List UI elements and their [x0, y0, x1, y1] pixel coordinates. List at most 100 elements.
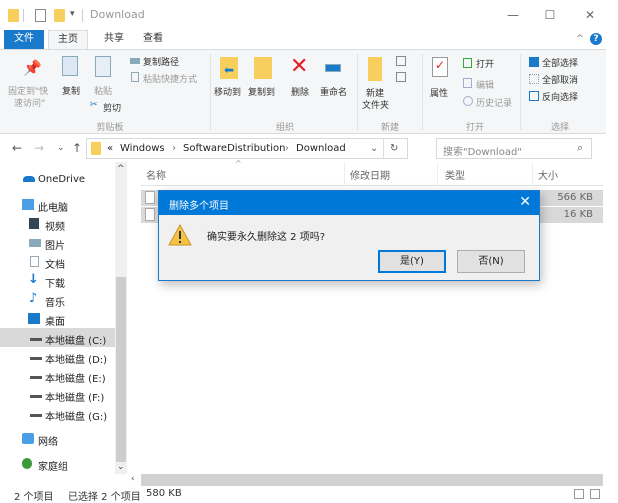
- recent-locations-icon[interactable]: ⌄: [57, 143, 65, 153]
- selected-size: 580 KB: [146, 488, 182, 499]
- customize-quick-access-icon[interactable]: ▾: [70, 9, 75, 19]
- no-button[interactable]: 否(N): [457, 250, 525, 273]
- column-divider[interactable]: [344, 162, 345, 186]
- ribbon: 📌 固定到"快 速访问" 复制 粘贴 ✂ 剪切 复制路径 粘贴快捷方式 剪贴板 …: [0, 49, 606, 134]
- move-to-button[interactable]: 移动到: [214, 85, 241, 98]
- new-group-label: 新建: [380, 123, 399, 133]
- navigation-pane-scrollbar[interactable]: ^ ⌄: [115, 162, 127, 474]
- select-none-icon: [529, 74, 539, 84]
- breadcrumb-softwaredistribution[interactable]: SoftwareDistribution: [183, 143, 285, 154]
- maximize-button[interactable]: ☐: [540, 6, 560, 24]
- paste-button[interactable]: 粘贴: [94, 84, 112, 97]
- scroll-up-icon[interactable]: ^: [117, 164, 125, 174]
- back-button[interactable]: ←: [12, 141, 22, 155]
- horizontal-scrollbar-thumb[interactable]: [141, 474, 603, 486]
- desktop-icon: [28, 313, 40, 324]
- sidebar-item-drive-d[interactable]: 本地磁盘 (D:): [0, 347, 115, 366]
- sidebar-label: 音乐: [45, 298, 65, 309]
- divider: [82, 9, 83, 22]
- window-title: Download: [90, 8, 145, 21]
- sidebar-item-drive-c[interactable]: 本地磁盘 (C:): [0, 328, 115, 347]
- select-all-button[interactable]: 全部选择: [542, 56, 578, 69]
- breadcrumb-separator[interactable]: ›: [285, 143, 289, 154]
- tab-share[interactable]: 共享: [96, 30, 132, 49]
- forward-button[interactable]: →: [34, 141, 44, 155]
- column-header-size[interactable]: 大小: [538, 167, 558, 182]
- breadcrumb-download[interactable]: Download: [296, 143, 346, 154]
- sidebar-item-drive-f[interactable]: 本地磁盘 (F:): [0, 385, 115, 404]
- collapse-ribbon-icon[interactable]: ^: [576, 34, 584, 44]
- column-divider[interactable]: [437, 162, 438, 186]
- sidebar-item-homegroup[interactable]: 家庭组: [0, 454, 115, 473]
- dialog-message: 确实要永久删除这 2 项吗?: [207, 232, 326, 243]
- sidebar-label: 桌面: [45, 317, 65, 328]
- paste-shortcut-button[interactable]: 粘贴快捷方式: [143, 72, 197, 85]
- sidebar-item-onedrive[interactable]: OneDrive: [0, 170, 115, 189]
- sidebar-item-desktop[interactable]: 桌面: [0, 309, 115, 328]
- invert-selection-button[interactable]: 反向选择: [542, 90, 578, 103]
- sidebar-item-this-pc[interactable]: 此电脑: [0, 195, 115, 214]
- up-button[interactable]: ↑: [72, 141, 82, 155]
- breadcrumb-windows[interactable]: Windows: [120, 143, 165, 154]
- scroll-down-icon[interactable]: ⌄: [117, 462, 125, 472]
- details-view-icon[interactable]: [574, 489, 584, 499]
- sidebar-item-network[interactable]: 网络: [0, 429, 115, 448]
- properties-quick-icon[interactable]: [35, 9, 46, 22]
- delete-icon: ✕: [290, 54, 309, 79]
- video-icon: [29, 218, 39, 229]
- address-dropdown-icon[interactable]: ⌄: [370, 143, 378, 154]
- sidebar-item-pictures[interactable]: 图片: [0, 233, 115, 252]
- new-folder-quick-icon[interactable]: [54, 9, 65, 22]
- dialog-close-button[interactable]: ✕: [519, 194, 531, 210]
- move-to-icon: ⬅: [220, 57, 238, 79]
- close-button[interactable]: ✕: [580, 6, 600, 24]
- properties-button[interactable]: 属性: [430, 86, 448, 99]
- breadcrumb-overflow[interactable]: «: [107, 143, 113, 154]
- file-icon: [145, 208, 155, 221]
- sidebar-item-drive-e[interactable]: 本地磁盘 (E:): [0, 366, 115, 385]
- yes-button[interactable]: 是(Y): [378, 250, 446, 273]
- sidebar-label: 本地磁盘 (F:): [45, 393, 105, 404]
- minimize-button[interactable]: —: [503, 6, 523, 24]
- select-none-button[interactable]: 全部取消: [542, 73, 578, 86]
- copy-to-button[interactable]: 复制到: [248, 85, 275, 98]
- rename-button[interactable]: 重命名: [320, 85, 347, 98]
- tab-view[interactable]: 查看: [138, 30, 168, 49]
- history-button[interactable]: 历史记录: [476, 96, 512, 109]
- new-item-icon[interactable]: [396, 56, 406, 66]
- tab-file[interactable]: 文件: [4, 30, 44, 49]
- open-button[interactable]: 打开: [476, 57, 494, 70]
- scrollbar-thumb[interactable]: [116, 277, 126, 462]
- paste-icon: [95, 56, 111, 77]
- easy-access-icon[interactable]: [396, 72, 406, 82]
- column-divider[interactable]: [532, 162, 533, 186]
- sidebar-item-downloads[interactable]: ↓ 下载: [0, 271, 115, 290]
- column-header-type[interactable]: 类型: [445, 167, 465, 182]
- picture-icon: [29, 239, 41, 247]
- column-header-modified[interactable]: 修改日期: [350, 167, 390, 182]
- sidebar-item-documents[interactable]: 文档: [0, 252, 115, 271]
- tab-home[interactable]: 主页: [48, 30, 88, 49]
- column-header-name[interactable]: 名称: [146, 167, 166, 182]
- cut-button[interactable]: 剪切: [103, 101, 121, 114]
- help-icon[interactable]: ?: [590, 33, 602, 45]
- copy-path-button[interactable]: 复制路径: [143, 55, 179, 68]
- group-divider: [422, 54, 423, 130]
- sidebar-item-videos[interactable]: 视频: [0, 214, 115, 233]
- sidebar-item-drive-g[interactable]: 本地磁盘 (G:): [0, 404, 115, 423]
- group-divider: [210, 54, 211, 130]
- delete-button[interactable]: 删除: [291, 85, 309, 98]
- sidebar-label: 此电脑: [38, 203, 68, 214]
- homegroup-icon: [22, 458, 32, 469]
- scroll-left-icon[interactable]: ‹: [131, 474, 135, 484]
- address-bar[interactable]: « Windows › SoftwareDistribution › Downl…: [86, 138, 408, 159]
- search-input[interactable]: 搜索"Download" ⌕: [436, 138, 592, 159]
- copy-button[interactable]: 复制: [62, 84, 80, 97]
- edit-button[interactable]: 编辑: [476, 78, 494, 91]
- network-icon: [22, 433, 34, 444]
- sidebar-label: 本地磁盘 (E:): [45, 374, 106, 385]
- breadcrumb-separator[interactable]: ›: [172, 143, 176, 154]
- large-icons-view-icon[interactable]: [590, 489, 600, 499]
- refresh-icon[interactable]: ↻: [390, 143, 398, 154]
- sidebar-item-music[interactable]: ♪ 音乐: [0, 290, 115, 309]
